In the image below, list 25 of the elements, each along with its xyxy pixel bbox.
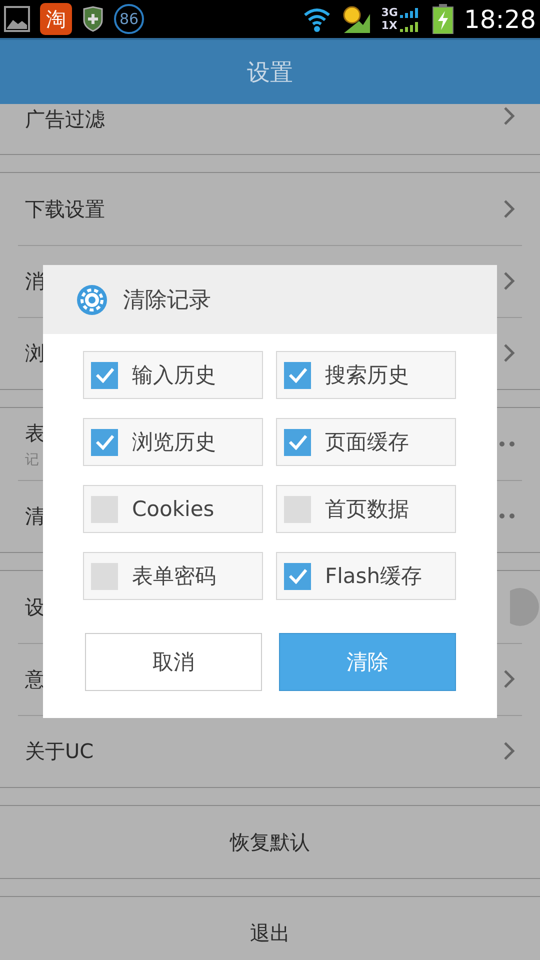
clock: 18:28 [464, 4, 536, 34]
option-label: 页面缓存 [325, 429, 409, 456]
option-label: 表单密码 [132, 563, 216, 590]
row-label: 设 [25, 594, 45, 620]
option-label: 搜索历史 [325, 362, 409, 389]
row-label: 退出 [250, 920, 290, 946]
dialog-title: 清除记录 [123, 286, 211, 314]
row-label: 清 [25, 502, 45, 530]
option-label: Cookies [132, 497, 214, 521]
option-label: 输入历史 [132, 362, 216, 389]
row-label: 关于UC [25, 738, 94, 764]
row-label: 恢复默认 [230, 828, 310, 856]
network-label: 3G [381, 6, 398, 19]
row-subtitle: 记 [25, 450, 40, 468]
network-label: 1X [381, 19, 398, 32]
option-label: Flash缓存 [325, 563, 422, 590]
option-label: 浏览历史 [132, 429, 216, 456]
option-label: 首页数据 [325, 496, 409, 523]
row-label: 下载设置 [25, 196, 105, 222]
page-title: 设置 [247, 58, 293, 88]
row-label: 广告过滤 [25, 106, 105, 133]
counter-badge: 86 [114, 4, 144, 34]
row-label: 表 [25, 420, 45, 446]
app-badge: 淘 [40, 3, 72, 35]
row-label: 意 [25, 666, 45, 692]
